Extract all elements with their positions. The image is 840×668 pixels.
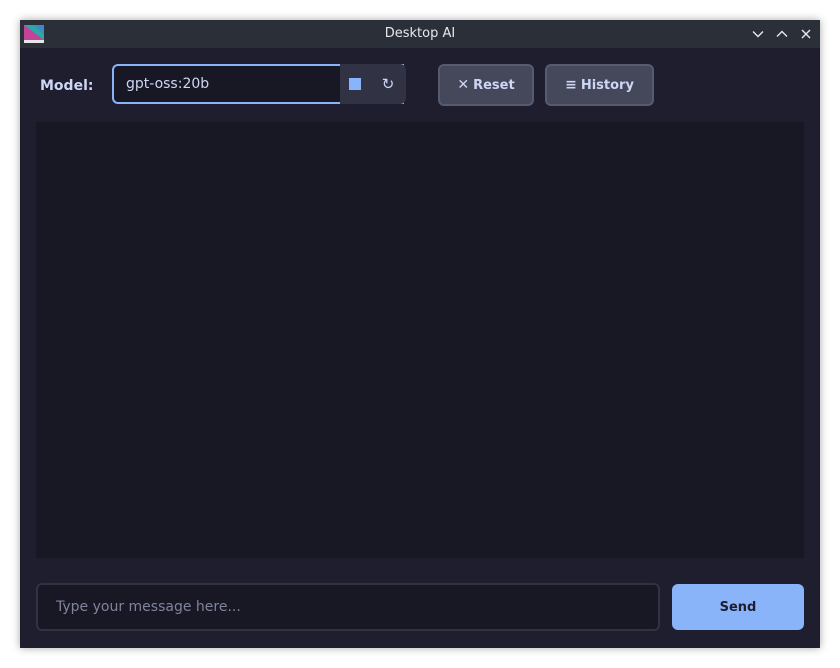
refresh-models-button[interactable]: ↻ — [370, 64, 406, 104]
stop-square-icon — [349, 78, 361, 90]
app-window: Desktop AI Model: gpt-oss:20b ↻ ✕ Reset — [20, 20, 820, 648]
send-button[interactable]: Send — [672, 584, 804, 630]
chevron-up-icon — [776, 30, 788, 37]
refresh-icon: ↻ — [381, 75, 395, 93]
menu-lines-icon: ≡ — [565, 77, 577, 93]
stop-button[interactable] — [340, 64, 370, 104]
chat-display[interactable] — [36, 122, 804, 558]
model-select-value: gpt-oss:20b — [126, 76, 210, 92]
close-icon: ✕ — [457, 77, 470, 93]
minimize-button[interactable] — [748, 24, 768, 44]
send-button-label: Send — [719, 599, 757, 615]
title-bar[interactable]: Desktop AI — [20, 20, 820, 48]
reset-button-label: Reset — [473, 77, 515, 93]
reset-button[interactable]: ✕ Reset — [438, 64, 534, 106]
model-label: Model: — [40, 78, 94, 94]
history-button[interactable]: ≡ History — [545, 64, 654, 106]
maximize-button[interactable] — [772, 24, 792, 44]
close-icon — [801, 29, 811, 39]
window-title: Desktop AI — [384, 26, 456, 41]
message-input[interactable] — [36, 583, 660, 631]
close-window-button[interactable] — [796, 24, 816, 44]
chevron-down-icon — [752, 31, 764, 38]
history-button-label: History — [580, 77, 634, 93]
